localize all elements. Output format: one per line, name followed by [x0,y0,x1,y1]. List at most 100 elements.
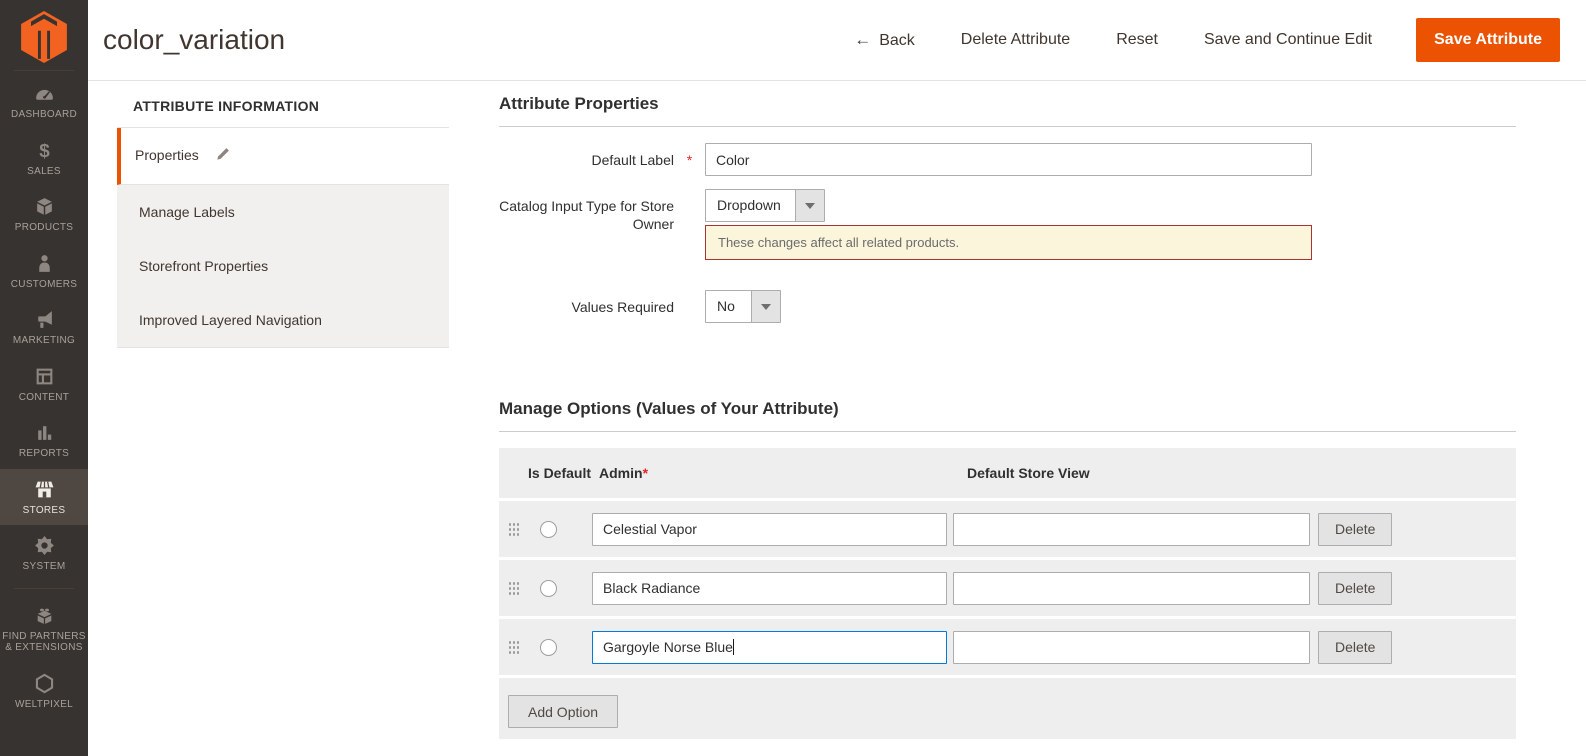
attribute-properties-heading: Attribute Properties [499,94,659,113]
sidebar-item-find-partners[interactable]: FIND PARTNERS & EXTENSIONS [0,595,88,663]
reports-icon [2,422,86,444]
sidebar-item-label: DASHBOARD [10,109,78,120]
sidebar-item-marketing[interactable]: MARKETING [0,299,88,356]
default-label-input[interactable] [705,143,1312,176]
sidebar: DASHBOARD $ SALES PRODUCTS CUSTOMERS MAR… [0,0,88,756]
catalog-input-type-select[interactable]: Dropdown [705,189,825,222]
sidebar-divider [14,587,74,589]
option-row: Gargoyle Norse Blue Delete [499,619,1516,675]
option-row: Delete [499,501,1516,557]
chevron-down-icon [751,291,780,322]
section-divider [499,431,1516,432]
is-default-radio[interactable] [540,638,557,656]
weltpixel-icon [2,673,86,695]
sidebar-item-stores[interactable]: STORES [0,468,88,525]
tabs-panel-title: ATTRIBUTE INFORMATION [117,84,449,128]
tab-storefront-properties[interactable]: Storefront Properties [117,239,449,293]
sidebar-divider [14,70,74,71]
stores-icon [2,479,86,501]
sidebar-item-label: PRODUCTS [14,222,74,233]
values-required-field: Values Required No [499,290,1516,323]
marketing-icon [2,309,86,331]
system-icon [2,535,86,557]
sidebar-item-customers[interactable]: CUSTOMERS [0,243,88,300]
dashboard-icon [2,83,86,105]
sidebar-item-weltpixel[interactable]: WELTPIXEL [0,663,88,720]
store-view-option-input[interactable] [953,571,1310,605]
options-table: Is Default Admin* Default Store View Del… [499,448,1516,739]
tab-manage-labels[interactable]: Manage Labels [117,185,449,239]
admin-option-input[interactable]: Gargoyle Norse Blue [592,630,947,664]
manage-options-heading: Manage Options (Values of Your Attribute… [499,399,839,418]
column-default-store-view: Default Store View [967,465,1090,481]
required-asterisk: * [686,152,693,168]
products-icon [2,196,86,218]
default-label-label: Default Label [591,152,674,168]
catalog-input-type-label: Catalog Input Type for Store Owner [499,198,674,232]
catalog-input-type-field: Catalog Input Type for Store Owner Dropd… [499,189,1516,260]
column-admin: Admin* [599,465,649,481]
back-button[interactable]: ← Back [854,30,915,50]
sidebar-item-label: WELTPIXEL [14,698,74,710]
related-products-notice: These changes affect all related product… [705,225,1312,260]
save-and-continue-button[interactable]: Save and Continue Edit [1204,31,1372,49]
page-header: color_variation ← Back Delete Attribute R… [88,0,1586,81]
find-partners-icon [2,605,86,627]
sidebar-item-dashboard[interactable]: DASHBOARD [0,73,88,130]
sidebar-item-content[interactable]: CONTENT [0,356,88,413]
admin-option-input[interactable] [592,512,947,546]
save-attribute-button[interactable]: Save Attribute [1416,18,1560,62]
magento-logo[interactable] [0,0,88,66]
attribute-information-panel: ATTRIBUTE INFORMATION Properties Manage … [117,84,449,348]
delete-option-button[interactable]: Delete [1318,512,1393,546]
text-cursor [732,638,734,655]
sidebar-item-system[interactable]: SYSTEM [0,525,88,582]
values-required-select[interactable]: No [705,290,781,323]
reset-button[interactable]: Reset [1116,31,1158,49]
required-asterisk: * [642,465,649,481]
main-content: Attribute Properties Default Label * Cat… [499,84,1516,742]
sidebar-item-reports[interactable]: REPORTS [0,412,88,469]
column-is-default: Is Default [528,465,592,481]
default-label-field: Default Label * [499,143,1516,176]
header-actions: ← Back Delete Attribute Reset Save and Co… [808,18,1560,62]
tab-improved-layered-navigation[interactable]: Improved Layered Navigation [117,293,449,347]
magento-admin-app: DASHBOARD $ SALES PRODUCTS CUSTOMERS MAR… [0,0,1586,756]
sidebar-item-label: STORES [22,504,66,516]
sidebar-item-label: SYSTEM [22,561,66,572]
sidebar-item-products[interactable]: PRODUCTS [0,186,88,243]
options-table-header: Is Default Admin* Default Store View [499,448,1516,498]
drag-handle-icon[interactable] [508,580,519,596]
selected-value: Dropdown [717,197,781,213]
admin-option-input[interactable] [592,571,947,605]
sales-icon: $ [2,140,86,162]
sidebar-item-label: MARKETING [12,335,76,346]
tabs-list: Properties Manage Labels Storefront Prop… [117,128,449,348]
tab-properties[interactable]: Properties [117,128,449,185]
sidebar-item-label: CUSTOMERS [10,278,78,290]
drag-handle-icon[interactable] [508,639,519,655]
is-default-radio[interactable] [540,520,557,538]
back-arrow-icon: ← [854,30,872,49]
is-default-radio[interactable] [540,579,557,597]
add-option-button[interactable]: Add Option [508,695,619,728]
pencil-icon [215,147,230,165]
sidebar-item-label: SALES [27,165,61,177]
values-required-label: Values Required [571,299,674,315]
page-title: color_variation [103,24,286,55]
section-divider [499,126,1516,127]
option-row: Delete [499,560,1516,616]
magento-logo-icon [21,11,67,63]
sidebar-item-label: REPORTS [18,448,70,459]
sidebar-item-sales[interactable]: $ SALES [0,130,88,187]
chevron-down-icon [794,190,824,221]
store-view-option-input[interactable] [953,512,1310,546]
options-table-footer: Add Option [499,678,1516,739]
delete-attribute-button[interactable]: Delete Attribute [961,31,1070,49]
drag-handle-icon[interactable] [508,521,519,537]
delete-option-button[interactable]: Delete [1318,571,1393,605]
store-view-option-input[interactable] [953,630,1310,664]
delete-option-button[interactable]: Delete [1318,630,1393,664]
svg-text:$: $ [39,140,50,160]
sidebar-nav: DASHBOARD $ SALES PRODUCTS CUSTOMERS MAR… [0,73,88,719]
